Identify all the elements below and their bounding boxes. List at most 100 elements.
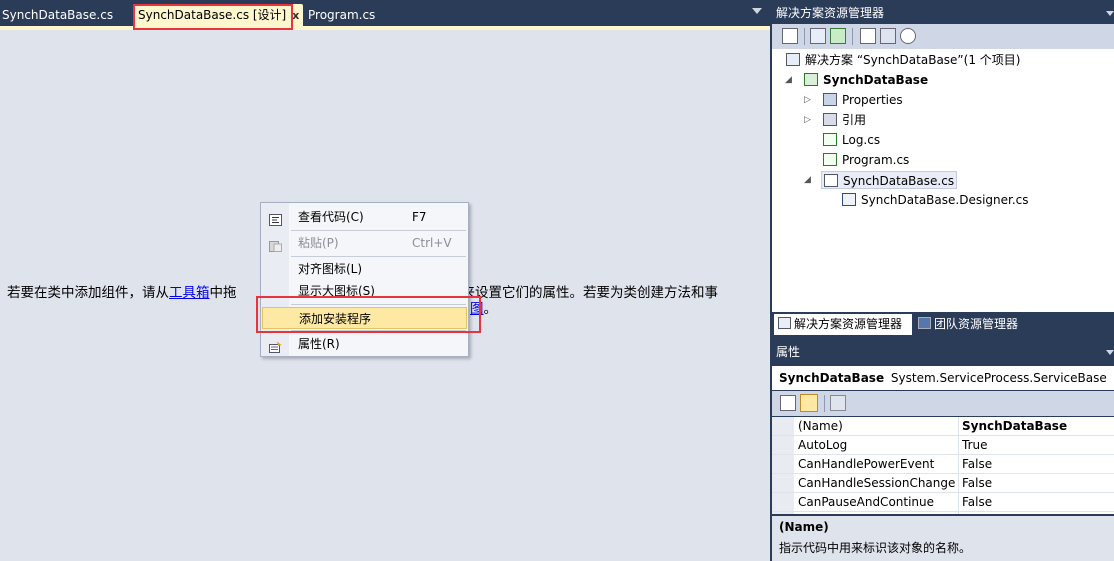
tab-label: 解决方案资源管理器 [794,317,903,331]
team-explorer-icon [918,317,931,329]
tool-window-panel: 解决方案资源管理器 解决方案 “SynchDataBase”(1 个项目) ◢ … [770,0,1114,561]
description-text: 指示代码中用来标识该对象的名称。 [779,541,972,555]
tree-node-designer-cs[interactable]: SynchDataBase.Designer.cs [842,191,1029,209]
property-value[interactable]: SynchDataBase [962,417,1067,436]
solution-explorer-toolbar [772,24,1114,49]
property-name: (Name) [798,419,843,433]
property-value[interactable]: False [962,493,992,512]
tree-node-synchdatabase-cs[interactable]: SynchDataBase.cs [821,171,958,189]
description-title: (Name) [779,520,829,534]
tab-program-cs[interactable]: Program.cs [308,4,375,26]
categorized-icon[interactable] [780,395,796,411]
view-code-toolbar-icon[interactable] [860,28,876,44]
tree-node-label: 解决方案 “SynchDataBase”(1 个项目) [805,53,1021,67]
tree-node-solution[interactable]: 解决方案 “SynchDataBase”(1 个项目) [786,51,1020,69]
menu-item-align-icons[interactable]: 对齐图标(L) [262,258,467,280]
object-name: SynchDataBase [779,371,885,385]
property-value[interactable]: False [962,455,992,474]
solution-tree: 解决方案 “SynchDataBase”(1 个项目) ◢ SynchDataB… [772,49,1114,312]
properties-icon [269,338,282,353]
menu-item-add-installer[interactable]: 添加安装程序 [262,307,467,329]
property-name: CanPauseAndContinue [798,495,935,509]
properties-folder-icon [823,93,837,106]
hint-text-part: 来设置它们的属性。若要为类创建方法和事 [461,285,719,301]
references-folder-icon [823,113,837,126]
context-menu: 查看代码(C) F7 粘贴(P) Ctrl+V 对齐图标(L) 显示大图标(S)… [260,202,469,357]
properties-title: 属性 [776,345,801,359]
toolbox-link[interactable]: 工具箱 [169,285,210,301]
menu-item-show-large-icons[interactable]: 显示大图标(S) [262,280,467,302]
tree-node-project[interactable]: SynchDataBase [804,71,928,89]
tool-window-tabs: 解决方案资源管理器 团队资源管理器 [772,314,1114,336]
expanded-arrow-icon[interactable]: ◢ [785,71,792,89]
tree-node-properties[interactable]: Properties [823,91,903,109]
tree-node-references[interactable]: 引用 [823,111,866,129]
tab-label: 团队资源管理器 [934,317,1019,331]
hint-text-part: 。 [483,301,498,317]
hint-text-part: 中拖 [209,285,237,301]
tab-synchdatabase-cs[interactable]: SynchDataBase.cs [2,4,113,26]
tree-node-label: 引用 [842,113,867,127]
property-row[interactable]: CanHandleSessionChangeEvent False [772,474,1114,493]
property-name: CanHandlePowerEvent [798,457,935,471]
menu-item-label: 粘贴(P) [298,236,339,250]
panel-menu-dropdown-icon[interactable] [1106,11,1114,16]
expanded-arrow-icon[interactable]: ◢ [804,171,811,189]
tab-list-dropdown-icon[interactable] [752,8,762,14]
alphabetical-sort-icon[interactable] [800,394,818,412]
menu-item-properties[interactable]: 属性(R) [262,333,467,355]
tree-node-label: Properties [842,93,903,107]
hint-second-line: 图。 [470,297,497,317]
refresh-icon[interactable] [830,28,846,44]
tab-label: Program.cs [308,8,376,22]
tree-node-label: Program.cs [842,153,910,167]
menu-separator [291,230,466,231]
property-row[interactable]: CanPauseAndContinue False [772,493,1114,512]
object-type: System.ServiceProcess.ServiceBase [890,371,1107,385]
tree-node-label: SynchDataBase [823,73,929,87]
tab-label: SynchDataBase.cs [2,8,114,22]
property-row[interactable]: AutoLog True [772,436,1114,455]
tree-node-label: Log.cs [842,133,881,147]
property-row[interactable]: CanHandlePowerEvent False [772,455,1114,474]
property-value[interactable]: False [962,474,992,493]
menu-item-view-code[interactable]: 查看代码(C) F7 [262,206,467,228]
solution-explorer-icon [778,317,791,329]
csharp-file-icon [823,133,837,146]
tab-solution-explorer[interactable]: 解决方案资源管理器 [774,314,912,335]
menu-item-paste[interactable]: 粘贴(P) Ctrl+V [262,232,467,254]
object-selector[interactable]: SynchDataBase System.ServiceProcess.Serv… [772,366,1114,390]
tab-label: SynchDataBase.cs [设计] [138,8,287,22]
menu-separator [291,256,466,257]
class-view-icon[interactable] [900,28,916,44]
properties-toolbar-icon[interactable] [810,28,826,44]
toolbar-separator [824,395,825,412]
menu-item-shortcut: Ctrl+V [412,236,452,250]
tree-node-program-cs[interactable]: Program.cs [823,151,909,169]
property-name: CanHandleSessionChangeEvent [798,476,956,490]
property-row[interactable]: (Name) SynchDataBase [772,417,1114,436]
solution-explorer-title: 解决方案资源管理器 [776,6,885,20]
view-designer-icon[interactable] [880,28,896,44]
tab-team-explorer[interactable]: 团队资源管理器 [916,314,1018,335]
collapsed-arrow-icon[interactable]: ▷ [804,91,811,109]
panel-menu-dropdown-icon[interactable] [1106,350,1114,355]
properties-toolbar [772,391,1114,416]
solution-icon [786,53,800,66]
show-all-files-icon[interactable] [782,28,798,44]
close-tab-icon[interactable]: x [292,9,299,22]
code-view-link[interactable]: 图 [470,301,484,317]
paste-icon [269,237,282,252]
component-file-icon [824,174,838,187]
document-tab-bar: SynchDataBase.cs SynchDataBase.cs [设计] x … [0,0,770,27]
tab-synchdatabase-designer[interactable]: SynchDataBase.cs [设计] x [134,4,304,26]
property-name: AutoLog [798,438,848,452]
document-window: SynchDataBase.cs SynchDataBase.cs [设计] x … [0,0,770,561]
menu-separator [291,304,466,305]
collapsed-arrow-icon[interactable]: ▷ [804,111,811,129]
property-pages-icon[interactable] [830,395,846,411]
view-code-icon [269,211,282,226]
property-value[interactable]: True [962,436,988,455]
hint-text-part: 若要在类中添加组件，请从 [7,285,169,301]
tree-node-log-cs[interactable]: Log.cs [823,131,880,149]
